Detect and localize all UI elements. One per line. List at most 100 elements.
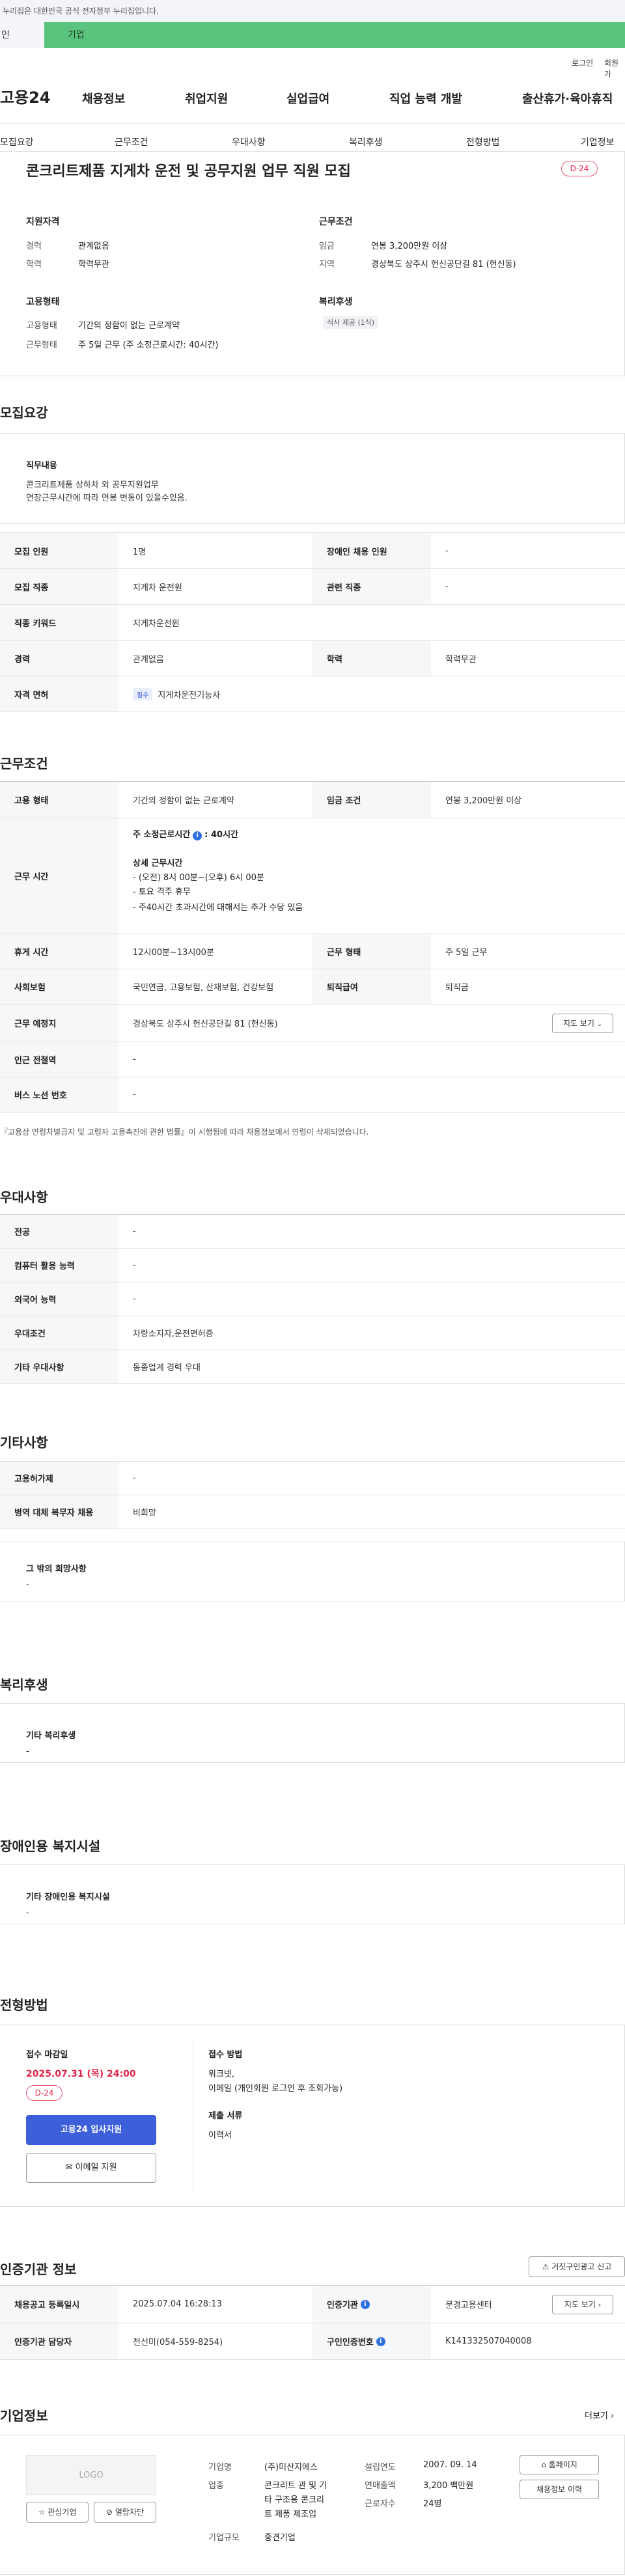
block-label: 열람차단 [115,2508,145,2517]
gnb-jobs[interactable]: 채용정보 [82,90,125,107]
edu-label: 학력 [312,641,431,676]
duty-box: 직무내용 콘크리트제품 상하차 외 공무지원업무 연장근무시간에 따라 연봉 변… [0,433,625,524]
hours-detail-1: - (오전) 8시 00분~(오후) 6시 00분 [133,873,264,883]
career-value: 관계없음 [133,654,164,665]
snb-process[interactable]: 전형방법 [466,135,500,148]
form-value: 주 5일 근무 [445,948,488,958]
docs-value: 이력서 [208,2131,232,2140]
org-label-text: 인증기관 [327,2301,358,2310]
sales-value: 3,200 백만원 [423,2481,474,2491]
snb-recruit[interactable]: 모집요강 [0,135,34,148]
industry-line-2: 타 구조용 콘크리 [264,2495,324,2505]
snb-company[interactable]: 기업정보 [581,135,615,148]
major-value: - [133,1226,136,1236]
facility-box-value: - [26,1908,29,1918]
table-row: 모집 인원 1명 장애인 채용 인원 - [0,533,625,569]
career-label: 경력 [0,641,118,676]
org-label: 인증기관 i [312,2286,431,2323]
recruit-table: 모집 인원 1명 장애인 채용 인원 - 모집 직종 지게차 운전원 관련 직종… [0,533,625,712]
cert-no-label-text: 구인인증번호 [327,2338,374,2347]
process-heading: 전형방법 [0,1997,48,2013]
conditions-heading: 근무조건 [0,756,48,771]
company-size-label: 기업규모 [208,2533,240,2543]
table-row: 기타 우대사항 동종업계 경력 우대 [0,1350,625,1384]
company-name-label: 기업명 [208,2463,232,2472]
snb-prefer[interactable]: 우대사항 [232,135,266,148]
gnb-unemployment-benefit[interactable]: 실업급여 [286,90,329,107]
keyword-value: 지게차운전원 [133,618,180,629]
table-row: 고용 형태 기간의 정함이 없는 근로계약 임금 조건 연봉 3,200만원 이… [0,782,625,818]
homepage-button[interactable]: ⌂ 홈페이지 [520,2455,599,2474]
disabled-label: 장애인 채용 인원 [312,533,431,568]
site-logo[interactable]: 고용24 [0,85,51,107]
hours-detail-3: - 주40시간 초과시간에 대해서는 추가 수당 있음 [133,903,303,913]
license-value: 필수 지게차운전기능사 [133,676,220,712]
agency-heading: 인증기관 정보 [0,2262,77,2277]
table-row: 전공 - [0,1215,625,1249]
process-dday-badge: D-24 [26,2085,62,2101]
lang-value: - [133,1294,136,1304]
form-label: 근무 형태 [312,934,431,969]
military-label: 병역 대체 복무자 채용 [0,1495,118,1529]
gnb-parental-leave[interactable]: 출산휴가·육아휴직 [522,90,613,107]
table-row: 버스 노선 번호 - [0,1077,625,1113]
recruit-heading: 모집요강 [0,405,48,421]
table-row: 자격 면허 필수 지게차운전기능사 [0,676,625,712]
work-label: 근무형태 [26,340,57,350]
tab-company[interactable]: 기업 [44,22,625,48]
career-value: 관계없음 [78,242,109,251]
info-icon[interactable]: i [360,2299,370,2309]
emp-type-value: 기간의 정함이 없는 근로계약 [133,796,234,806]
apply-button[interactable]: 고용24 입사지원 [26,2115,156,2145]
pc-label: 컴퓨터 활용 능력 [0,1249,118,1282]
tab-individual[interactable]: 인 [0,22,44,48]
report-button[interactable]: ⚠ 거짓구인광고 신고 [529,2256,625,2277]
org-value: 문경고용센터 [445,2301,492,2310]
job-history-button[interactable]: 채용정보 이력 [520,2480,599,2499]
table-row: 인증기관 담당자 천선미(054-559-8254) 구인인증번호 i K1413… [0,2323,625,2360]
founded-label: 설립연도 [365,2463,396,2472]
table-row: 외국어 능력 - [0,1282,625,1316]
chevron-right-icon: › [598,2301,602,2309]
agency-map-button[interactable]: 지도 보기 › [552,2295,613,2314]
login-link[interactable]: 로그인 [572,57,593,68]
info-icon[interactable]: i [376,2336,385,2346]
duty-line-1: 콘크리트제품 상하차 외 공무지원업무 [26,480,159,490]
report-label: 거짓구인광고 신고 [551,2262,612,2271]
lang-label: 외국어 능력 [0,1282,118,1316]
star-icon: ☆ [38,2508,46,2517]
qual-heading: 지원자격 [26,217,60,227]
more-link[interactable]: 더보기 › [585,2409,614,2421]
snb-welfare[interactable]: 복리후생 [349,135,383,148]
table-row: 우대조건 차량소지자,운전면허증 [0,1316,625,1350]
retire-label: 퇴직급여 [312,969,431,1004]
agency-table: 채용공고 등록일시 2025.07.04 16:28:13 인증기관 i 문경고용… [0,2285,625,2360]
mail-icon: ✉ [65,2163,73,2172]
sales-label: 연매출액 [365,2481,396,2491]
industry-line-3: 트 제품 제조업 [264,2510,317,2519]
map-button[interactable]: 지도 보기 ⌄ [552,1014,613,1033]
wish-box: 그 밖의 희망사항 - [0,1542,625,1601]
chevron-down-icon: ⌄ [596,1021,603,1028]
snb-conditions[interactable]: 근무조건 [115,135,148,148]
facility-box-heading: 기타 장애인용 복지시설 [26,1892,110,1902]
founded-value: 2007. 09. 14 [423,2460,477,2470]
employees-value: 24명 [423,2499,442,2509]
table-row: 채용공고 등록일시 2025.07.04 16:28:13 인증기관 i 문경고용… [0,2286,625,2323]
favorite-label: 관심기업 [48,2508,77,2517]
insurance-label: 사회보험 [0,969,118,1004]
prefer-cond-label: 우대조건 [0,1316,118,1350]
gnb-employment-support[interactable]: 취업지원 [185,90,228,107]
global-nav: 고용24 채용정보 취업지원 실업급여 직업 능력 개발 출산휴가·육아휴직 [0,70,625,124]
email-apply-button[interactable]: ✉ 이메일 지원 [26,2153,156,2183]
email-apply-label: 이메일 지원 [75,2163,117,2172]
table-row: 모집 직종 지게차 운전원 관련 직종 - [0,569,625,605]
info-icon[interactable]: i [193,831,202,840]
block-company-button[interactable]: ⊘ 열람차단 [94,2502,156,2523]
hours-detail-heading: 상세 근무시간 [133,859,183,868]
welfare-box-value: - [26,1747,29,1756]
gnb-vocational-training[interactable]: 직업 능력 개발 [389,90,462,107]
cert-no-value: K141332507040008 [445,2336,532,2346]
subway-value: - [133,1055,136,1064]
favorite-company-button[interactable]: ☆ 관심기업 [26,2502,89,2523]
